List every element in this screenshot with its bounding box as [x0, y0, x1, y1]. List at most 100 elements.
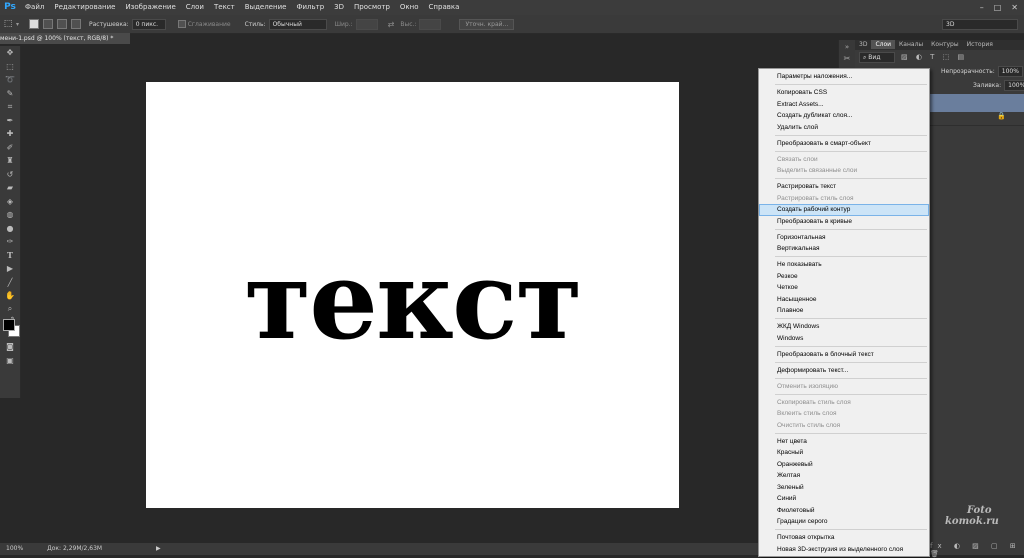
- panel-collapse-icon[interactable]: »: [839, 40, 855, 54]
- context-menu-item[interactable]: Четкое: [759, 282, 929, 294]
- intersect-selection-icon[interactable]: [71, 19, 82, 29]
- menu-item[interactable]: Выделение: [240, 0, 292, 15]
- context-menu-item[interactable]: Градации серого: [759, 516, 929, 528]
- blur-tool-icon[interactable]: ◍: [0, 208, 20, 222]
- document-canvas[interactable]: текст: [146, 82, 679, 508]
- layer-kind-select[interactable]: ⌕ Вид: [859, 51, 895, 63]
- crop-tool-icon[interactable]: ⌗: [0, 100, 20, 114]
- quick-mask-icon[interactable]: ◙: [0, 340, 20, 354]
- context-menu-item[interactable]: Создать рабочий контур: [759, 204, 929, 216]
- context-menu-item[interactable]: Зеленый: [759, 482, 929, 494]
- tab-3d[interactable]: 3D: [855, 40, 871, 49]
- context-menu-item[interactable]: Желтая: [759, 470, 929, 482]
- history-brush-tool-icon[interactable]: ↺: [0, 168, 20, 182]
- tool-preset-dropdown-icon[interactable]: ▾: [16, 21, 19, 28]
- eyedropper-tool-icon[interactable]: ✒: [0, 114, 20, 128]
- close-icon[interactable]: ✕: [1011, 3, 1018, 12]
- tab-layers[interactable]: Слои: [871, 40, 896, 49]
- quick-selection-tool-icon[interactable]: ✎: [0, 87, 20, 101]
- context-menu-item[interactable]: Преобразовать в кривые: [759, 216, 929, 228]
- layer-context-menu: Параметры наложения... Копировать CSS Extr…: [758, 68, 930, 557]
- layer-filter-row: ⌕ Вид ▨ ◐ T ⬚ ▤: [855, 50, 1024, 64]
- context-menu-item[interactable]: Вертикальная: [759, 243, 929, 255]
- maximize-icon[interactable]: □: [994, 3, 1002, 12]
- menu-item[interactable]: 3D: [329, 0, 349, 15]
- menu-item[interactable]: Слои: [181, 0, 209, 15]
- foreground-color-swatch[interactable]: [3, 319, 15, 331]
- status-menu-arrow-icon[interactable]: ▶: [156, 545, 161, 552]
- context-menu-item[interactable]: Нет цвета: [759, 436, 929, 448]
- context-menu-item[interactable]: Не показывать: [759, 259, 929, 271]
- context-menu-item[interactable]: Оранжевый: [759, 459, 929, 471]
- refine-edge-button[interactable]: Уточн. край...: [459, 18, 515, 30]
- height-input[interactable]: [419, 18, 442, 30]
- menu-item[interactable]: Просмотр: [349, 0, 395, 15]
- layer-filter-icons[interactable]: ▨ ◐ T ⬚ ▤: [901, 53, 967, 61]
- canvas-text-layer[interactable]: текст: [244, 238, 582, 364]
- context-menu-item[interactable]: Удалить слой: [759, 122, 929, 134]
- menu-item[interactable]: Файл: [20, 0, 49, 15]
- menu-item[interactable]: Окно: [395, 0, 424, 15]
- context-menu-item[interactable]: Плавное: [759, 305, 929, 317]
- paint-bucket-tool-icon[interactable]: ◈: [0, 195, 20, 209]
- context-menu-item[interactable]: Горизонтальная: [759, 232, 929, 244]
- pen-tool-icon[interactable]: ✑: [0, 235, 20, 249]
- watermark-line2: komok.ru: [945, 516, 999, 527]
- swap-icon[interactable]: ⇄: [388, 20, 395, 29]
- workspace-select[interactable]: 3D: [942, 18, 1018, 30]
- screen-mode-icon[interactable]: ▣: [0, 354, 20, 368]
- context-menu-item[interactable]: Резкое: [759, 271, 929, 283]
- context-menu-item[interactable]: Красный: [759, 447, 929, 459]
- lasso-tool-icon[interactable]: ➰: [0, 73, 20, 87]
- context-menu-item[interactable]: Растрировать текст: [759, 181, 929, 193]
- width-input[interactable]: [355, 18, 378, 30]
- context-menu-item[interactable]: Extract Assets...: [759, 99, 929, 111]
- tools-options-icon[interactable]: ✂: [839, 54, 855, 68]
- menu-item[interactable]: Редактирование: [49, 0, 120, 15]
- path-selection-tool-icon[interactable]: ▶: [0, 262, 20, 276]
- zoom-level[interactable]: 100%: [6, 545, 23, 552]
- marquee-tool-icon[interactable]: ⬚: [0, 19, 16, 29]
- context-menu-item[interactable]: Преобразовать в блочный текст: [759, 349, 929, 361]
- menu-item[interactable]: Текст: [209, 0, 240, 15]
- subtract-selection-icon[interactable]: [57, 19, 68, 29]
- context-menu-item[interactable]: Синий: [759, 493, 929, 505]
- menu-item[interactable]: Фильтр: [291, 0, 329, 15]
- menu-item[interactable]: Справка: [424, 0, 465, 15]
- brush-tool-icon[interactable]: ✐: [0, 141, 20, 155]
- add-to-selection-icon[interactable]: [43, 19, 54, 29]
- marquee-tool-icon[interactable]: ⬚: [0, 60, 20, 74]
- clone-stamp-tool-icon[interactable]: ♜: [0, 154, 20, 168]
- shape-tool-icon[interactable]: ╱: [0, 276, 20, 290]
- move-tool-icon[interactable]: ✥: [0, 46, 20, 60]
- context-menu-item[interactable]: Параметры наложения...: [759, 71, 929, 83]
- context-menu-item[interactable]: Преобразовать в смарт-объект: [759, 138, 929, 150]
- context-menu-item[interactable]: Насыщенное: [759, 294, 929, 306]
- tab-channels[interactable]: Каналы: [895, 40, 927, 49]
- hand-tool-icon[interactable]: ✋: [0, 289, 20, 303]
- eraser-tool-icon[interactable]: ▰: [0, 181, 20, 195]
- new-selection-icon[interactable]: [29, 19, 40, 29]
- healing-brush-tool-icon[interactable]: ✚: [0, 127, 20, 141]
- tab-paths[interactable]: Контуры: [927, 40, 962, 49]
- minimize-icon[interactable]: –: [980, 3, 984, 12]
- style-select[interactable]: Обычный: [268, 18, 327, 30]
- context-menu-item[interactable]: ЖКД Windows: [759, 321, 929, 333]
- context-menu-item[interactable]: Новая 3D-экструзия из выделенного слоя: [759, 544, 929, 556]
- feather-input[interactable]: 0 пикс.: [131, 18, 166, 30]
- context-menu-item[interactable]: Деформировать текст...: [759, 365, 929, 377]
- context-menu-item[interactable]: Создать дубликат слоя...: [759, 110, 929, 122]
- document-tab[interactable]: мени-1.psd @ 100% (текст, RGB/8) *: [0, 33, 130, 44]
- type-tool-icon[interactable]: T: [0, 249, 20, 263]
- antialias-checkbox[interactable]: [177, 20, 186, 28]
- dodge-tool-icon[interactable]: ●: [0, 222, 20, 236]
- tab-history[interactable]: История: [963, 40, 997, 49]
- menu-item[interactable]: Изображение: [120, 0, 180, 15]
- context-menu-item[interactable]: Почтовая открытка: [759, 532, 929, 544]
- opacity-input[interactable]: 100%: [997, 65, 1023, 77]
- fill-input[interactable]: 100%: [1004, 79, 1024, 91]
- zoom-tool-icon[interactable]: ⌕: [0, 303, 20, 317]
- context-menu-item[interactable]: Фиолетовый: [759, 505, 929, 517]
- context-menu-item[interactable]: Windows: [759, 333, 929, 345]
- context-menu-item[interactable]: Копировать CSS: [759, 87, 929, 99]
